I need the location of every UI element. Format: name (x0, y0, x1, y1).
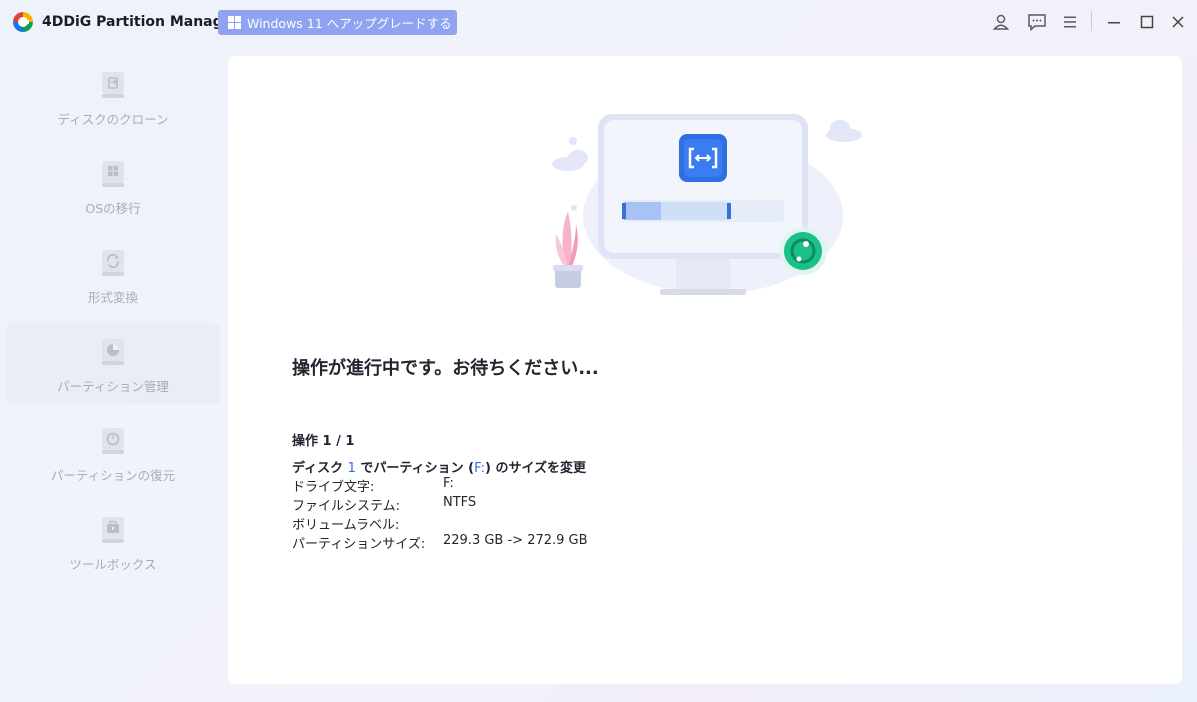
minimize-icon[interactable] (1103, 11, 1125, 33)
sidebar-item-label: 形式変換 (87, 290, 138, 305)
sidebar-item-label: OSの移行 (85, 201, 141, 216)
sidebar-item-partition-manage[interactable]: パーティション管理 (6, 323, 220, 404)
windows-icon (228, 16, 241, 29)
maximize-icon[interactable] (1136, 11, 1158, 33)
sidebar-item-toolbox[interactable]: ツールボックス (6, 501, 220, 582)
sidebar-item-label: パーティション管理 (57, 379, 169, 394)
sidebar-item-label: ツールボックス (69, 557, 157, 572)
partition-manage-icon (102, 339, 124, 365)
title-bar: 4DDiG Partition Manager Windows 11 へアップグ… (0, 0, 1197, 44)
op-desc-suffix: ) のサイズを変更 (484, 461, 587, 476)
op-desc-disk: 1 (347, 461, 356, 476)
upgrade-label: Windows 11 へアップグレードする (247, 16, 452, 31)
format-convert-icon (102, 250, 124, 276)
app-logo-icon (13, 12, 33, 32)
detail-value: F: (443, 476, 454, 491)
sidebar-item-os-migrate[interactable]: OSの移行 (6, 145, 220, 226)
app-title: 4DDiG Partition Manager (42, 14, 240, 30)
op-desc-partition: F: (474, 461, 485, 476)
toolbox-icon (102, 517, 124, 543)
partition-restore-icon (102, 428, 124, 454)
operation-count: 操作 1 / 1 (292, 434, 355, 449)
operation-description: ディスク 1 でパーティション (F:) のサイズを変更 (292, 457, 586, 476)
detail-key: ドライブ文字: (292, 480, 375, 495)
titlebar-divider (1091, 11, 1092, 31)
detail-value: NTFS (443, 495, 477, 510)
close-icon[interactable] (1167, 11, 1189, 33)
sidebar-item-format-convert[interactable]: 形式変換 (6, 234, 220, 315)
detail-key: ボリュームラベル: (292, 518, 400, 533)
detail-value: 229.3 GB -> 272.9 GB (443, 533, 588, 548)
upgrade-windows11-button[interactable]: Windows 11 へアップグレードする (218, 10, 457, 35)
os-migrate-icon (102, 161, 124, 187)
feedback-icon[interactable] (1026, 11, 1048, 33)
user-icon[interactable] (990, 11, 1012, 33)
detail-key: ファイルシステム: (292, 499, 400, 514)
progress-title: 操作が進行中です。お待ちください... (292, 358, 599, 379)
resize-partition-illustration (552, 114, 862, 295)
op-desc-prefix: ディスク (292, 461, 348, 476)
sidebar-item-disk-clone[interactable]: ディスクのクローン (6, 56, 220, 137)
disk-clone-icon (102, 72, 124, 98)
detail-key: パーティションサイズ: (292, 537, 426, 552)
sidebar-item-partition-restore[interactable]: パーティションの復元 (6, 412, 220, 493)
sidebar: ディスクのクローン OSの移行 形式変換 パーティション管理 パーティションの復… (0, 56, 226, 676)
main-panel: 操作が進行中です。お待ちください... 操作 1 / 1 ディスク 1 でパーテ… (228, 56, 1182, 684)
sidebar-item-label: ディスクのクローン (57, 112, 169, 127)
op-desc-middle: でパーティション ( (355, 461, 475, 476)
menu-icon[interactable] (1059, 11, 1081, 33)
sidebar-item-label: パーティションの復元 (50, 468, 176, 483)
